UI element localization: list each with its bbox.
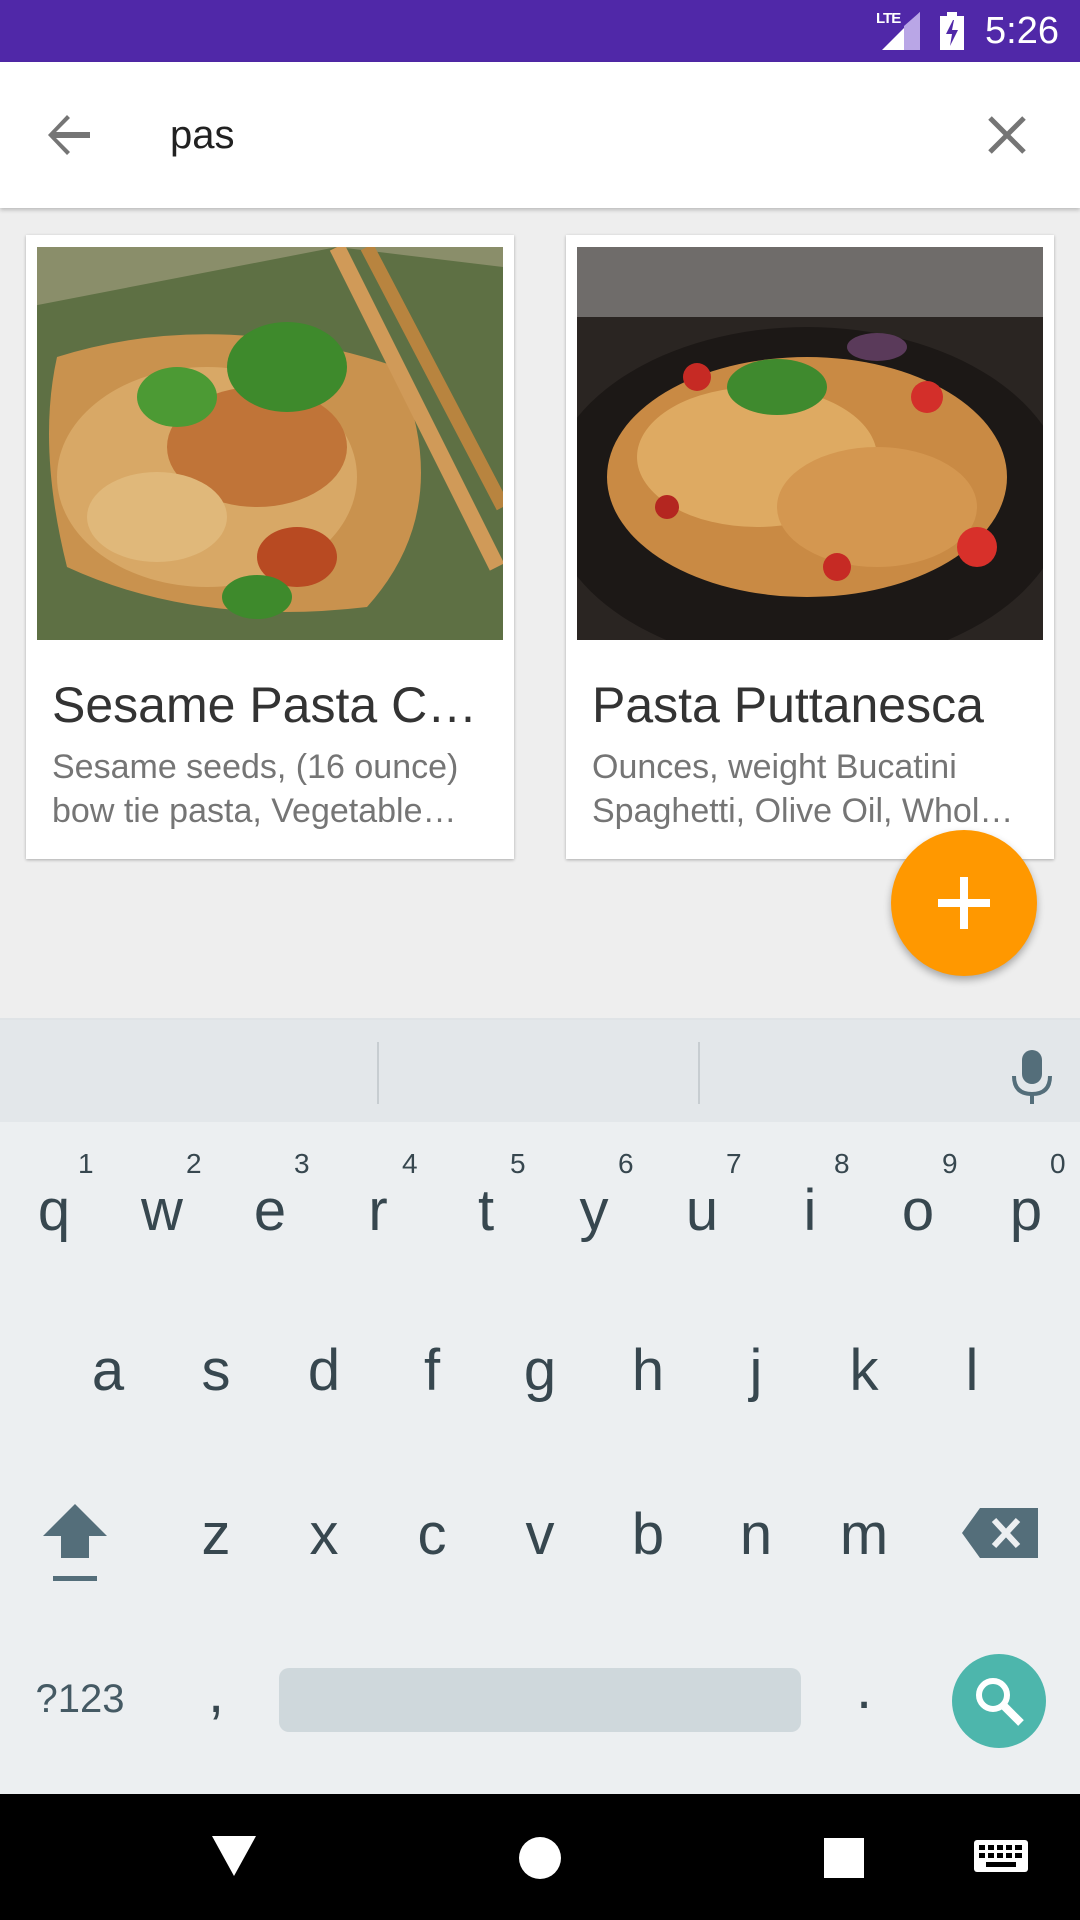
key-label: m (839, 1502, 889, 1567)
key-e[interactable]: 3e (216, 1148, 324, 1246)
recipe-title: Sesame Pasta C… (52, 677, 478, 733)
key-t[interactable]: 5t (432, 1148, 540, 1246)
key-label: a (91, 1338, 125, 1403)
key-label: v (525, 1502, 555, 1567)
key-w[interactable]: 2w (108, 1148, 216, 1246)
key-label: ?123 (35, 1677, 125, 1721)
key-hint: 0 (1050, 1148, 1066, 1179)
key-hint: 4 (402, 1148, 418, 1179)
key-hint: 5 (510, 1148, 526, 1179)
key-hint: 3 (294, 1148, 310, 1179)
navigation-bar (0, 1794, 1080, 1920)
recipe-photo (577, 247, 1043, 640)
key-u[interactable]: 7u (648, 1148, 756, 1246)
key-label: k (849, 1338, 879, 1403)
backspace-icon (962, 1508, 1038, 1558)
key-k[interactable]: k (810, 1336, 918, 1406)
shift-key[interactable] (20, 1496, 130, 1581)
search-input[interactable]: pas (170, 110, 235, 160)
shift-arrow-icon (43, 1504, 107, 1581)
key-j[interactable]: j (702, 1336, 810, 1406)
delete-key[interactable] (960, 1508, 1040, 1568)
status-bar: LTE 5:26 (0, 0, 1080, 62)
key-q[interactable]: 1q (0, 1148, 108, 1246)
microphone-icon[interactable] (1010, 1050, 1054, 1106)
recipe-photo (37, 247, 503, 640)
key-s[interactable]: s (162, 1336, 270, 1406)
soft-keyboard: 1q 2w 3e 4r 5t 6y 7u 8i 9o 0p a s d f g … (0, 1018, 1080, 1794)
key-label: x (309, 1502, 339, 1567)
search-bar: pas (0, 62, 1080, 208)
key-label: s (201, 1338, 231, 1403)
key-comma[interactable]: , (176, 1658, 256, 1728)
search-icon (976, 1678, 1024, 1726)
keyboard-icon[interactable] (974, 1840, 1028, 1876)
network-type-label: LTE (876, 10, 901, 27)
key-label: c (417, 1502, 447, 1567)
key-label: d (307, 1338, 341, 1403)
key-label: h (631, 1338, 665, 1403)
key-p[interactable]: 0p (972, 1148, 1080, 1246)
key-x[interactable]: x (270, 1500, 378, 1570)
recipe-ingredients: Sesame seeds, (16 ounce) bow tie pasta, … (52, 748, 459, 830)
close-icon[interactable] (986, 114, 1028, 156)
key-o[interactable]: 9o (864, 1148, 972, 1246)
key-hint: 1 (78, 1148, 94, 1179)
recipe-card[interactable]: Sesame Pasta C… Sesame seeds, (16 ounce)… (26, 235, 514, 859)
key-h[interactable]: h (594, 1336, 702, 1406)
key-r[interactable]: 4r (324, 1148, 432, 1246)
recipe-ingredients: Ounces, weight Bucatini Spaghetti, Olive… (592, 748, 1014, 830)
key-c[interactable]: c (378, 1500, 486, 1570)
key-label: j (749, 1338, 763, 1403)
key-n[interactable]: n (702, 1500, 810, 1570)
key-label: n (739, 1502, 773, 1567)
key-a[interactable]: a (54, 1336, 162, 1406)
recipe-title: Pasta Puttanesca (592, 677, 984, 733)
plus-icon (938, 877, 990, 929)
key-m[interactable]: m (810, 1500, 918, 1570)
recipe-card[interactable]: Pasta Puttanesca Ounces, weight Bucatini… (566, 235, 1054, 859)
arrow-left-icon[interactable] (46, 112, 92, 158)
key-label: , (207, 1660, 225, 1725)
key-label: l (965, 1338, 979, 1403)
key-period[interactable]: . (824, 1654, 904, 1724)
key-v[interactable]: v (486, 1500, 594, 1570)
key-d[interactable]: d (270, 1336, 378, 1406)
key-f[interactable]: f (378, 1336, 486, 1406)
key-hint: 6 (618, 1148, 634, 1179)
key-hint: 8 (834, 1148, 850, 1179)
key-y[interactable]: 6y (540, 1148, 648, 1246)
key-l[interactable]: l (918, 1336, 1026, 1406)
square-recents-icon[interactable] (824, 1838, 864, 1878)
suggestion-divider (377, 1042, 379, 1104)
key-g[interactable]: g (486, 1336, 594, 1406)
symbols-key[interactable]: ?123 (20, 1664, 140, 1734)
key-i[interactable]: 8i (756, 1148, 864, 1246)
key-z[interactable]: z (162, 1500, 270, 1570)
suggestion-divider (698, 1042, 700, 1104)
clock: 5:26 (985, 10, 1059, 52)
space-key[interactable] (279, 1668, 801, 1732)
key-hint: 2 (186, 1148, 202, 1179)
circle-home-icon[interactable] (518, 1836, 562, 1880)
key-label: g (523, 1338, 557, 1403)
key-b[interactable]: b (594, 1500, 702, 1570)
add-recipe-button[interactable] (891, 830, 1037, 976)
triangle-back-icon[interactable] (212, 1836, 256, 1876)
key-hint: 9 (942, 1148, 958, 1179)
search-action-key[interactable] (952, 1654, 1046, 1748)
key-label: f (423, 1338, 441, 1403)
key-label: z (201, 1502, 231, 1567)
key-label: b (631, 1502, 665, 1567)
battery-charging-icon (940, 12, 964, 50)
key-hint: 7 (726, 1148, 742, 1179)
suggestion-strip (0, 1018, 1080, 1122)
key-label: . (855, 1656, 873, 1721)
